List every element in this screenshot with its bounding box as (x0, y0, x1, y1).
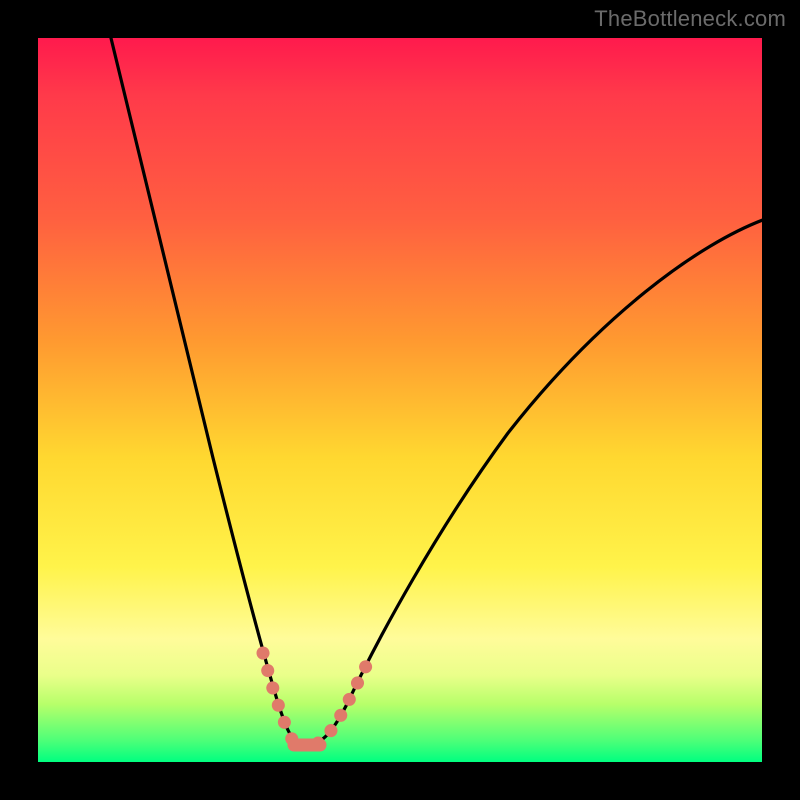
highlight-left (263, 653, 297, 743)
watermark-text: TheBottleneck.com (594, 6, 786, 32)
curve-path (110, 34, 768, 742)
bottleneck-curve (38, 38, 762, 762)
plot-area (38, 38, 762, 762)
frame: TheBottleneck.com (0, 0, 800, 800)
